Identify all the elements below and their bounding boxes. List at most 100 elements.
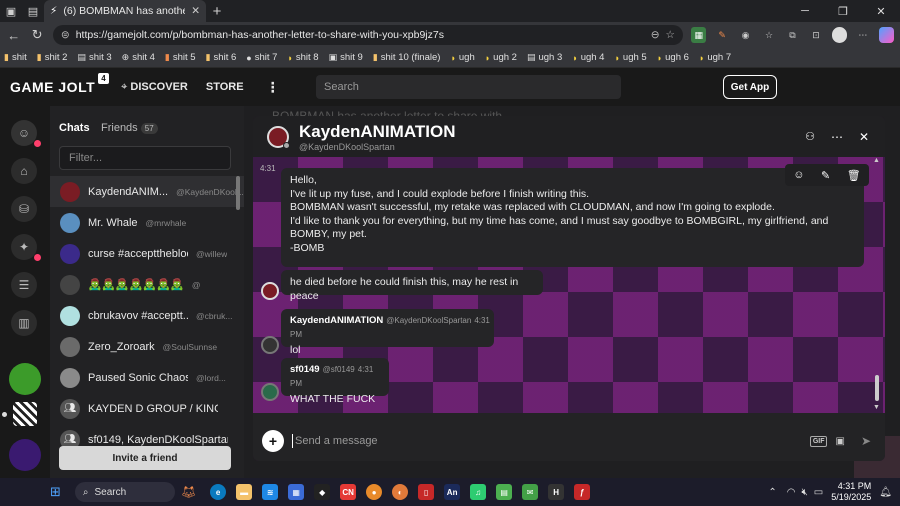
chat-list-item[interactable]: KaydendANIM... @KaydenDKool... [50, 176, 244, 207]
chat-avatar[interactable] [267, 125, 290, 149]
delete-icon[interactable]: 🗑︎ [847, 169, 861, 182]
tab-chats[interactable]: Chats [59, 122, 90, 134]
profile-avatar-icon[interactable] [831, 27, 848, 43]
community-avatar-purple[interactable] [9, 439, 41, 471]
game-extension-icon[interactable]: ◉ [738, 27, 753, 43]
message-bubble[interactable]: sf0149 @sf0149 4:31 PM WHAT THE FUCK [281, 358, 389, 405]
site-info-icon[interactable]: ⊜ [61, 29, 70, 41]
message-scrollbar[interactable] [875, 375, 879, 401]
app-icon[interactable]: H [548, 484, 565, 500]
edit-icon[interactable]: ✎ [821, 169, 830, 182]
favorites-icon[interactable]: ☆ [761, 27, 776, 43]
bookmark-item[interactable]: ◗ ugh 5 [614, 52, 646, 63]
battery-icon[interactable]: ▭ [814, 487, 823, 498]
chat-list-item[interactable]: cbrukavov #acceptt... @cbruk... [50, 300, 244, 331]
volume-icon[interactable]: 🔇︎ [801, 487, 807, 498]
bookmark-item[interactable]: ◗ ugh 4 [572, 52, 604, 63]
bookmark-item[interactable]: ◗ ugh 7 [699, 52, 731, 63]
bookmark-item[interactable]: ▤ ugh 3 [527, 52, 562, 63]
file-explorer-icon[interactable]: ▬ [236, 484, 253, 500]
chat-app-icon[interactable]: ✉ [522, 484, 539, 500]
chat-list-item[interactable]: Paused Sonic Chaos ... @lord... [50, 362, 244, 393]
avatar[interactable] [261, 282, 279, 300]
chat-filter-input[interactable]: Filter... [59, 146, 231, 170]
app-icon[interactable]: ♫ [470, 484, 487, 500]
refresh-icon[interactable]: ↻ [29, 27, 44, 43]
animate-icon[interactable]: An [444, 484, 461, 500]
app-icon[interactable]: ▯ [418, 484, 435, 500]
gif-button[interactable]: GIF [809, 435, 828, 447]
add-attachment-button[interactable]: + [262, 430, 284, 452]
back-icon[interactable]: ← [6, 28, 21, 43]
message-bubble[interactable]: Hello, I've lit up my fuse, and I could … [281, 168, 864, 267]
blender-icon[interactable]: ● [366, 484, 383, 500]
copilot-icon[interactable] [878, 27, 895, 43]
bookmark-item[interactable]: ◗ ugh [450, 52, 474, 63]
message-bubble[interactable]: KaydendANIMATION @KaydenDKoolSpartan 4:31 … [281, 309, 494, 356]
start-icon[interactable]: ⊞ [50, 484, 61, 500]
chat-list-item[interactable]: Zero_Zoroark @SoulSunnse [50, 331, 244, 362]
add-friend-icon[interactable]: ⚇ [805, 130, 815, 143]
message-bubble[interactable]: he died before he could finish this, may… [281, 270, 543, 302]
store-icon[interactable]: ⌂ [11, 158, 37, 184]
browser-tab[interactable]: ⚡ (6) BOMBMAN has another letter ✕ [44, 0, 206, 22]
sender-name[interactable]: sf0149 [290, 364, 320, 375]
chat-list-item[interactable]: curse #accepttheblock @willew [50, 238, 244, 269]
cartoon-network-icon[interactable]: CN [340, 484, 357, 500]
tab-friends[interactable]: Friends 57 [101, 122, 158, 134]
roblox-icon[interactable]: ◆ [314, 484, 331, 500]
bookmark-item[interactable]: ◗ ugh 6 [657, 52, 689, 63]
tab-actions-icon[interactable]: ▤ [22, 0, 44, 22]
taskbar-search[interactable]: ⌕ Search [74, 482, 175, 502]
library-icon[interactable]: ▥ [11, 310, 37, 336]
workspaces-icon[interactable]: ▣ [0, 0, 22, 22]
chat-list-item[interactable]: Mr. Whale @mrwhale [50, 207, 244, 238]
app-icon[interactable]: ≋ [262, 484, 279, 500]
restore-icon[interactable]: ❐ [824, 5, 862, 18]
address-bar[interactable]: ⊜ https://gamejolt.com/p/bombman-has-ano… [52, 25, 683, 45]
search-input[interactable]: Search [316, 75, 621, 99]
close-window-icon[interactable]: ✕ [862, 5, 900, 18]
extension-icon[interactable]: ▦ [690, 27, 707, 43]
close-tab-icon[interactable]: ✕ [191, 5, 200, 17]
wifi-icon[interactable]: ◠ [787, 487, 796, 498]
send-icon[interactable]: ➤ [861, 434, 871, 448]
bookmark-item[interactable]: ▮ shit [4, 52, 27, 63]
avatar[interactable] [261, 383, 279, 401]
bookmark-item[interactable]: ● shit 7 [246, 52, 277, 63]
new-tab-icon[interactable]: + [206, 0, 228, 22]
tray-overflow-icon[interactable]: ⌃ [768, 487, 776, 498]
app-icon[interactable]: ◐ [392, 484, 409, 500]
minimize-icon[interactable]: ─ [786, 5, 824, 18]
flash-icon[interactable]: ƒ [574, 484, 591, 500]
settings-more-icon[interactable]: ⋯ [855, 27, 870, 43]
extensions-icon[interactable]: ⧉ [785, 27, 800, 43]
gamejolt-logo[interactable]: GAME JOLT 4 [10, 73, 110, 95]
bookmark-item[interactable]: ▮ shit 6 [206, 52, 237, 63]
bookmark-item[interactable]: ▤ shit 3 [77, 52, 111, 63]
more-menu-icon[interactable]: ⋮ [266, 79, 280, 96]
message-input[interactable]: Send a message [295, 435, 810, 447]
scroll-down-icon[interactable]: ▼ [873, 404, 880, 411]
favorite-icon[interactable]: ☆ [666, 29, 675, 41]
bookmark-item[interactable]: ◗ shit 8 [287, 52, 318, 63]
forums-icon[interactable]: ☰ [11, 272, 37, 298]
bookmark-item[interactable]: ▮ shit 10 (finale) [373, 52, 441, 63]
bookmark-item[interactable]: ⊕ shit 4 [122, 52, 155, 63]
store-link[interactable]: STORE [206, 81, 244, 93]
bookmark-item[interactable]: ◗ ugh 2 [485, 52, 517, 63]
bookmark-item[interactable]: ▮ shit 5 [165, 52, 196, 63]
bookmark-item[interactable]: ▮ shit 2 [37, 52, 68, 63]
bookmark-item[interactable]: ▣ shit 9 [329, 52, 363, 63]
options-icon[interactable]: ⋯ [831, 130, 843, 144]
collections-icon[interactable]: ⊡ [808, 27, 823, 43]
scroll-up-icon[interactable]: ▲ [873, 157, 880, 164]
invite-friend-button[interactable]: Invite a friend [59, 446, 231, 470]
close-chat-icon[interactable]: ✕ [859, 130, 869, 144]
app-icon[interactable]: ▤ [496, 484, 513, 500]
backpack-icon[interactable]: ⛁ [11, 196, 37, 222]
get-app-button[interactable]: Get App [723, 75, 777, 99]
widget-icon[interactable]: 🦊︎ [181, 485, 196, 499]
chat-list-scrollbar[interactable] [236, 176, 240, 210]
notifications-icon[interactable]: 🔔︎ [879, 487, 892, 498]
